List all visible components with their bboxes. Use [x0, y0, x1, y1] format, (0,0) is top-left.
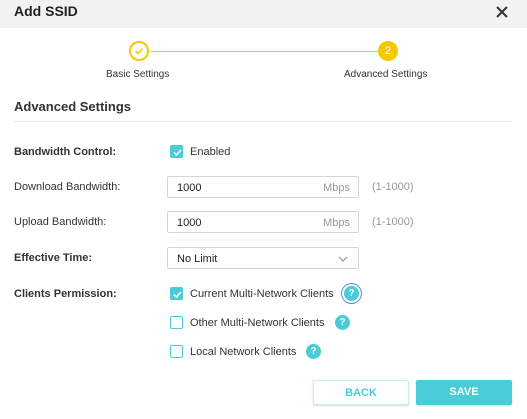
step-basic-settings-check-icon — [129, 41, 149, 61]
download-bandwidth-label: Download Bandwidth: — [14, 181, 121, 193]
local-network-clients-label: Local Network Clients — [190, 346, 297, 358]
download-bandwidth-range: (1-1000) — [372, 181, 414, 193]
local-network-clients-help-icon[interactable]: ? — [306, 344, 321, 359]
current-multi-network-clients-checkbox[interactable] — [170, 287, 183, 300]
local-network-clients-checkbox[interactable] — [170, 345, 183, 358]
upload-bandwidth-range: (1-1000) — [372, 216, 414, 228]
effective-time-select[interactable]: No Limit — [167, 247, 359, 269]
download-bandwidth-input[interactable]: 1000 Mbps — [167, 176, 359, 198]
effective-time-label: Effective Time: — [14, 252, 93, 264]
section-divider — [14, 121, 512, 122]
upload-bandwidth-value: 1000 — [177, 217, 202, 229]
section-title: Advanced Settings — [14, 99, 132, 114]
download-bandwidth-unit: Mbps — [323, 182, 350, 194]
download-bandwidth-value: 1000 — [177, 182, 202, 194]
other-multi-network-clients-checkbox[interactable] — [170, 316, 183, 329]
dialog-title: Add SSID — [14, 3, 78, 19]
upload-bandwidth-unit: Mbps — [323, 217, 350, 229]
upload-bandwidth-label: Upload Bandwidth: — [14, 216, 107, 228]
effective-time-value: No Limit — [177, 253, 218, 265]
dialog-header: Add SSID — [0, 0, 527, 28]
bandwidth-control-option-label: Enabled — [190, 146, 231, 158]
current-multi-network-clients-help-icon[interactable]: ? — [344, 286, 359, 301]
other-multi-network-clients-help-icon[interactable]: ? — [335, 315, 350, 330]
close-icon[interactable] — [494, 4, 510, 20]
current-multi-network-clients-label: Current Multi-Network Clients — [190, 288, 334, 300]
step-basic-settings-label: Basic Settings — [106, 69, 170, 80]
clients-permission-label: Clients Permission: — [14, 288, 117, 300]
bandwidth-control-checkbox[interactable] — [170, 145, 183, 158]
chevron-down-icon — [338, 256, 348, 262]
wizard-stepper: 2 Basic Settings Advanced Settings — [0, 38, 527, 88]
bandwidth-control-label: Bandwidth Control: — [14, 146, 117, 158]
step-advanced-settings-number: 2 — [378, 41, 398, 61]
upload-bandwidth-input[interactable]: 1000 Mbps — [167, 211, 359, 233]
other-multi-network-clients-label: Other Multi-Network Clients — [190, 317, 325, 329]
step-connector — [150, 51, 378, 52]
back-button[interactable]: BACK — [313, 380, 409, 405]
step-advanced-settings-label: Advanced Settings — [344, 69, 428, 80]
save-button[interactable]: SAVE — [416, 380, 512, 405]
